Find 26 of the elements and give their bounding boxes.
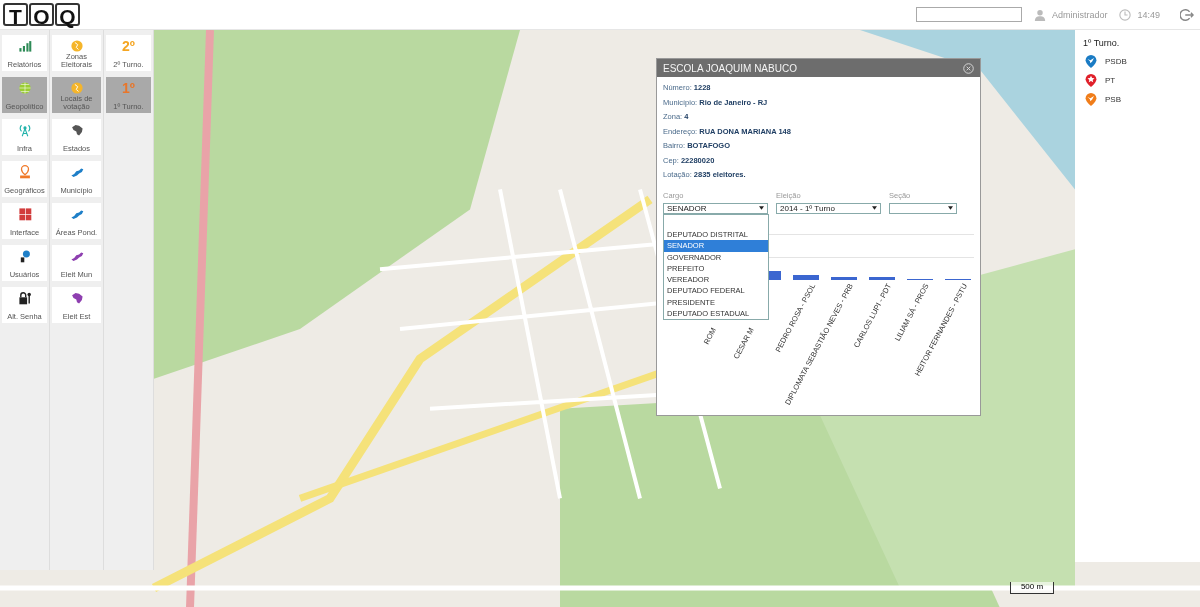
scale-bar: 500 m (1010, 582, 1054, 594)
chart-bar (831, 276, 857, 280)
logo-letter: T (3, 3, 28, 26)
caret-icon (948, 206, 953, 210)
logout-icon[interactable] (1180, 7, 1194, 22)
select-dropdown[interactable]: 2014 - 1º Turno (776, 202, 881, 214)
search-field[interactable] (915, 7, 1022, 22)
chart-bar (793, 275, 819, 280)
popup-title: ESCOLA JOAQUIM NABUCO (663, 62, 797, 74)
logo-letter: Q (55, 3, 80, 26)
user-icon (1033, 8, 1046, 21)
legend-label: PSB (1105, 95, 1121, 104)
clock-icon (1119, 8, 1132, 21)
close-icon[interactable] (963, 62, 974, 74)
select-dropdown[interactable] (889, 202, 957, 214)
caret-icon (759, 206, 764, 210)
select-dropdown[interactable]: SENADOR (663, 202, 768, 214)
caret-icon (872, 206, 877, 210)
legend-label: PT (1105, 76, 1116, 85)
logo-letter: O (29, 3, 54, 26)
clock-time: 14:49 (1137, 9, 1160, 20)
round-number: 1º (122, 81, 135, 95)
chart-bar (869, 277, 895, 280)
legend-label: PSDB (1105, 57, 1127, 66)
legend-title: 1º Turno. (1083, 38, 1121, 48)
round-number: 2º (122, 39, 135, 53)
